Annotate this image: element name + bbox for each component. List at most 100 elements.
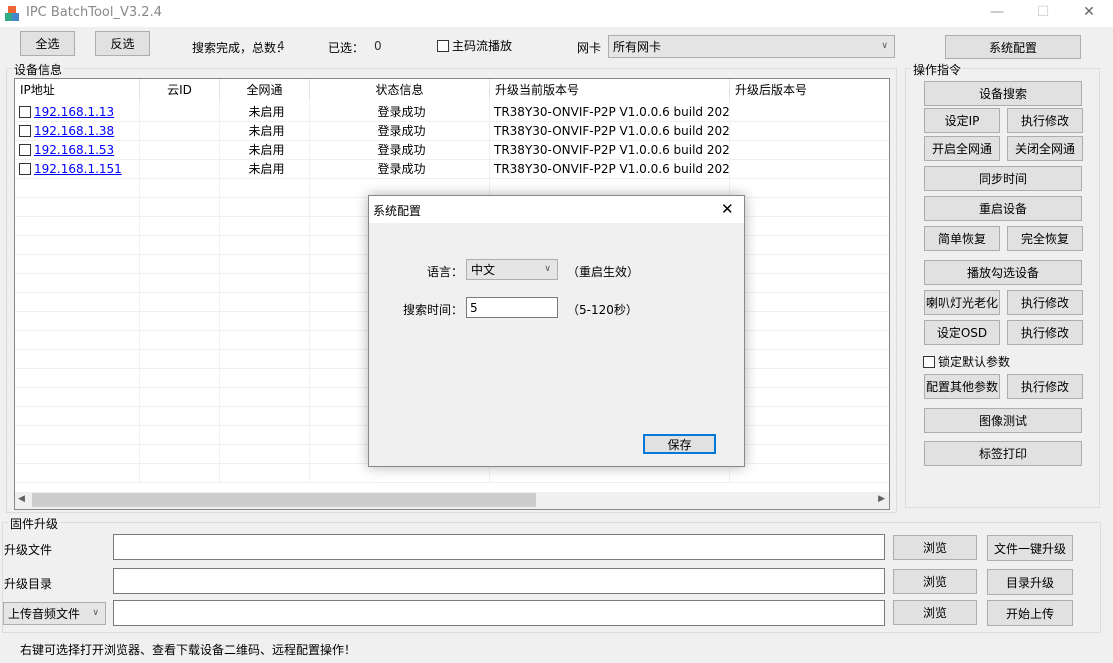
cell-cur-ver: TR38Y30-ONVIF-P2P V1.0.0.6 build 202... (490, 103, 730, 122)
speaker-aging-button[interactable]: 喇叭灯光老化 (924, 290, 1000, 315)
cell-cloud-id (140, 369, 220, 388)
horizontal-scrollbar[interactable]: ◀ ▶ (15, 492, 889, 509)
device-info-title: 设备信息 (12, 61, 64, 78)
cell-ip (15, 369, 140, 388)
row-checkbox[interactable] (19, 125, 31, 137)
other-params-button[interactable]: 配置其他参数 (924, 374, 1000, 399)
simple-restore-button[interactable]: 简单恢复 (924, 226, 1000, 251)
lock-default-label: 锁定默认参数 (938, 355, 1010, 369)
play-checked-button[interactable]: 播放勾选设备 (924, 260, 1082, 285)
audio-select-value: 上传音频文件 (8, 605, 80, 622)
cell-ip (15, 350, 140, 369)
selected-count: 0 (374, 39, 382, 53)
dir-label: 升级目录 (4, 575, 52, 592)
total-count: 4 (277, 39, 285, 53)
browse-file-button[interactable]: 浏览 (893, 535, 977, 560)
cell-new-ver (730, 407, 890, 426)
cell-new-ver (730, 198, 890, 217)
cell-ip: 192.168.1.151 (15, 160, 140, 179)
cell-ip (15, 293, 140, 312)
system-config-button[interactable]: 系统配置 (945, 35, 1081, 59)
dialog-title-bar: 系统配置 ✕ (369, 196, 744, 223)
cell-new-ver (730, 312, 890, 331)
ip-link[interactable]: 192.168.1.13 (34, 105, 114, 119)
cell-cloud-id (140, 331, 220, 350)
sync-time-button[interactable]: 同步时间 (924, 166, 1082, 191)
audio-select[interactable]: 上传音频文件∨ (3, 602, 106, 625)
cell-all-net (220, 255, 310, 274)
invert-selection-button[interactable]: 反选 (95, 31, 150, 56)
exec4-button[interactable]: 执行修改 (1007, 374, 1083, 399)
status-bar: 右键可选择打开浏览器、查看下载设备二维码、远程配置操作！ (20, 641, 356, 658)
scroll-right-icon[interactable]: ▶ (878, 494, 885, 504)
column-header[interactable]: 全网通 (220, 79, 310, 101)
scrollbar-thumb[interactable] (32, 493, 536, 507)
search-status: 搜索完成，总数： (192, 39, 288, 56)
save-button[interactable]: 保存 (643, 434, 716, 454)
column-header[interactable]: 升级后版本号 (730, 79, 890, 101)
search-time-input[interactable]: 5 (466, 297, 558, 318)
scroll-left-icon[interactable]: ◀ (18, 494, 25, 504)
cell-cloud-id (140, 388, 220, 407)
dir-upgrade-button[interactable]: 目录升级 (987, 569, 1073, 595)
checkbox-box[interactable] (437, 40, 449, 52)
column-header[interactable]: IP地址 (15, 79, 140, 101)
label-print-button[interactable]: 标签打印 (924, 441, 1082, 466)
cell-cloud-id (140, 160, 220, 179)
minimize-button[interactable]: — (982, 4, 1012, 24)
cell-all-net (220, 464, 310, 483)
ip-link[interactable]: 192.168.1.151 (34, 162, 122, 176)
exec3-button[interactable]: 执行修改 (1007, 320, 1083, 345)
select-all-button[interactable]: 全选 (20, 31, 75, 56)
maximize-button[interactable]: ☐ (1028, 4, 1058, 24)
audio-file-input[interactable] (113, 600, 885, 626)
device-search-button[interactable]: 设备搜索 (924, 81, 1082, 106)
cell-all-net (220, 426, 310, 445)
search-time-label: 搜索时间： (403, 301, 463, 318)
column-header[interactable]: 云ID (140, 79, 220, 101)
full-restore-button[interactable]: 完全恢复 (1007, 226, 1083, 251)
exec1-button[interactable]: 执行修改 (1007, 108, 1083, 133)
ip-link[interactable]: 192.168.1.38 (34, 124, 114, 138)
nic-label: 网卡 (577, 39, 601, 56)
column-header[interactable]: 状态信息 (310, 79, 490, 101)
start-upload-button[interactable]: 开始上传 (987, 600, 1073, 626)
browse-audio-button[interactable]: 浏览 (893, 600, 977, 625)
lock-default-checkbox[interactable]: 锁定默认参数 (923, 353, 1010, 370)
language-label: 语言： (427, 263, 463, 280)
cell-ip (15, 274, 140, 293)
cell-cloud-id (140, 179, 220, 198)
reboot-button[interactable]: 重启设备 (924, 196, 1082, 221)
cell-all-net (220, 236, 310, 255)
column-header[interactable]: 升级当前版本号 (490, 79, 730, 101)
upgrade-file-input[interactable] (113, 534, 885, 560)
upgrade-dir-input[interactable] (113, 568, 885, 594)
cell-new-ver (730, 179, 890, 198)
cell-ip (15, 179, 140, 198)
cell-new-ver (730, 217, 890, 236)
row-checkbox[interactable] (19, 163, 31, 175)
image-test-button[interactable]: 图像测试 (924, 408, 1082, 433)
row-checkbox[interactable] (19, 106, 31, 118)
chevron-down-icon: ∨ (544, 264, 551, 274)
close-button[interactable]: ✕ (1074, 4, 1104, 24)
set-ip-button[interactable]: 设定IP (924, 108, 1000, 133)
language-note: （重启生效） (567, 263, 639, 280)
set-osd-button[interactable]: 设定OSD (924, 320, 1000, 345)
file-upgrade-button[interactable]: 文件一键升级 (987, 535, 1073, 561)
row-checkbox[interactable] (19, 144, 31, 156)
dialog-close-icon[interactable]: ✕ (721, 200, 734, 218)
ip-link[interactable]: 192.168.1.53 (34, 143, 114, 157)
cell-all-net: 未启用 (220, 141, 310, 160)
main-stream-checkbox[interactable]: 主码流播放 (437, 37, 512, 54)
cell-new-ver (730, 141, 890, 160)
cell-cloud-id (140, 236, 220, 255)
enable-allnet-button[interactable]: 开启全网通 (924, 136, 1000, 161)
nic-select[interactable]: 所有网卡∨ (608, 35, 895, 58)
exec2-button[interactable]: 执行修改 (1007, 290, 1083, 315)
checkbox-box[interactable] (923, 356, 935, 368)
browse-dir-button[interactable]: 浏览 (893, 569, 977, 594)
language-select[interactable]: 中文∨ (466, 259, 558, 280)
title-bar: IPC BatchTool_V3.2.4 — ☐ ✕ (0, 0, 1113, 27)
disable-allnet-button[interactable]: 关闭全网通 (1007, 136, 1083, 161)
